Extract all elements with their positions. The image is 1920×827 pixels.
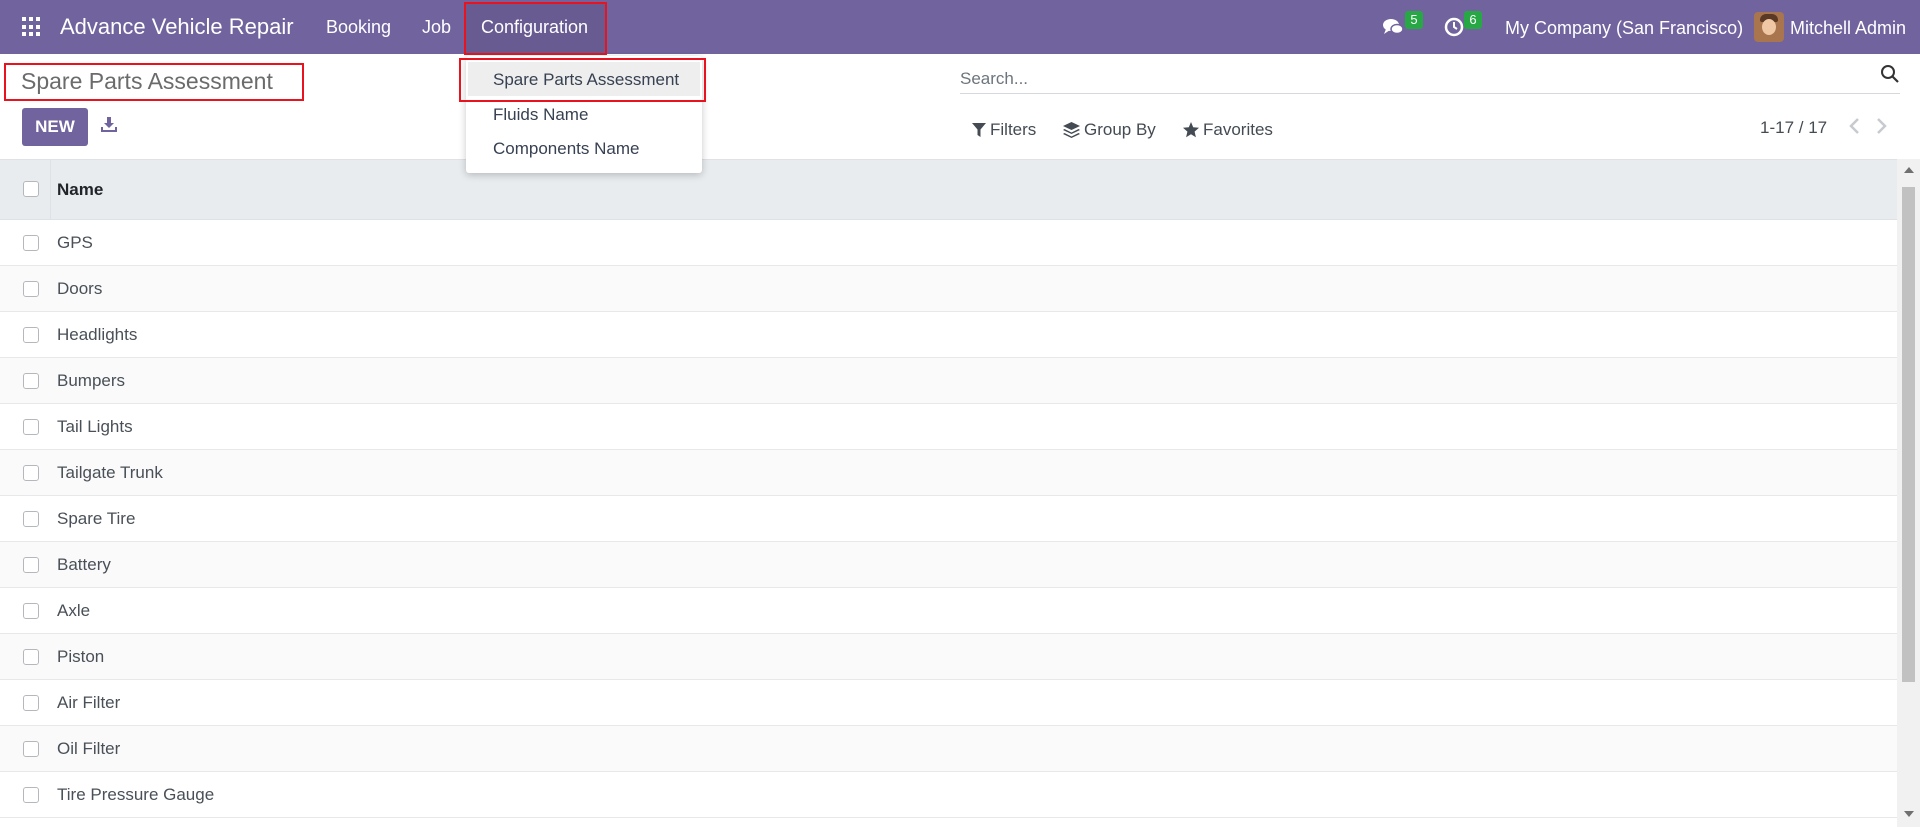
scroll-thumb[interactable]	[1902, 187, 1915, 682]
row-checkbox[interactable]	[23, 465, 39, 481]
dropdown-item-fluids-name[interactable]: Fluids Name	[493, 105, 588, 125]
row-name-cell: Doors	[57, 279, 103, 298]
table-row[interactable]: Oil Filter	[0, 726, 1897, 772]
clock-icon[interactable]	[1444, 17, 1464, 37]
favorites-button[interactable]: Favorites	[1183, 120, 1273, 140]
row-name-cell: Oil Filter	[57, 739, 121, 758]
groupby-button[interactable]: Group By	[1063, 120, 1156, 140]
row-name-cell: GPS	[57, 233, 93, 252]
row-name-cell: Axle	[57, 601, 91, 620]
filter-icon	[972, 122, 986, 137]
page-title: Spare Parts Assessment	[21, 68, 273, 94]
menu-job[interactable]: Job	[422, 17, 451, 38]
row-checkbox[interactable]	[23, 695, 39, 711]
row-checkbox[interactable]	[23, 787, 39, 803]
row-checkbox[interactable]	[23, 649, 39, 665]
avatar[interactable]	[1754, 12, 1784, 42]
pager-value[interactable]: 1-17 / 17	[1760, 118, 1827, 138]
new-button[interactable]: NEW	[22, 108, 88, 146]
table-row[interactable]: Battery	[0, 542, 1897, 588]
table-row[interactable]: GPS	[0, 220, 1897, 266]
layers-icon	[1063, 122, 1080, 138]
filters-button[interactable]: Filters	[972, 120, 1036, 140]
chevron-left-icon[interactable]	[1847, 117, 1863, 135]
row-checkbox[interactable]	[23, 281, 39, 297]
menu-configuration[interactable]: Configuration	[481, 17, 588, 38]
activities-badge: 6	[1464, 11, 1482, 29]
table-row[interactable]: Doors	[0, 266, 1897, 312]
column-header-name[interactable]: Name	[57, 180, 103, 200]
row-checkbox[interactable]	[23, 603, 39, 619]
row-name-cell: Headlights	[57, 325, 138, 344]
scroll-down-arrow[interactable]	[1904, 811, 1914, 817]
row-checkbox[interactable]	[23, 235, 39, 251]
star-icon	[1183, 122, 1199, 138]
row-name-cell: Battery	[57, 555, 111, 574]
row-name-cell: Bumpers	[57, 371, 126, 390]
app-title[interactable]: Advance Vehicle Repair	[60, 14, 294, 40]
table-header: Name	[0, 160, 1897, 220]
table-row[interactable]: Tailgate Trunk	[0, 450, 1897, 496]
search-input[interactable]	[960, 66, 1840, 92]
row-checkbox[interactable]	[23, 511, 39, 527]
favorites-label: Favorites	[1203, 120, 1273, 139]
row-checkbox[interactable]	[23, 419, 39, 435]
table-row[interactable]: Bumpers	[0, 358, 1897, 404]
chevron-right-icon[interactable]	[1873, 117, 1889, 135]
scroll-up-arrow[interactable]	[1904, 167, 1914, 173]
table-row[interactable]: Tail Lights	[0, 404, 1897, 450]
search-icon[interactable]	[1880, 64, 1900, 84]
messages-badge: 5	[1405, 11, 1423, 29]
apps-grid-icon[interactable]	[22, 17, 42, 37]
table-row[interactable]: Piston	[0, 634, 1897, 680]
row-name-cell: Air Filter	[57, 693, 121, 712]
download-icon[interactable]	[100, 117, 118, 133]
table-row[interactable]: Air Filter	[0, 680, 1897, 726]
row-checkbox[interactable]	[23, 557, 39, 573]
search-bar	[960, 64, 1900, 94]
user-menu[interactable]: Mitchell Admin	[1790, 18, 1906, 39]
row-checkbox[interactable]	[23, 327, 39, 343]
header-divider	[50, 160, 51, 220]
row-checkbox[interactable]	[23, 373, 39, 389]
row-name-cell: Tail Lights	[57, 417, 133, 436]
list-table: Name GPS Doors Headlights Bumpers Tail Light…	[0, 159, 1897, 827]
scrollbar[interactable]	[1897, 159, 1920, 827]
dropdown-item-highlight-box	[459, 58, 706, 102]
table-row[interactable]: Axle	[0, 588, 1897, 634]
top-navbar: Advance Vehicle Repair Booking Job Confi…	[0, 0, 1920, 55]
table-row[interactable]: Headlights	[0, 312, 1897, 358]
row-checkbox[interactable]	[23, 741, 39, 757]
select-all-checkbox[interactable]	[23, 181, 39, 197]
company-switcher[interactable]: My Company (San Francisco)	[1505, 18, 1743, 39]
row-name-cell: Tailgate Trunk	[57, 463, 163, 482]
row-name-cell: Piston	[57, 647, 105, 666]
menu-booking[interactable]: Booking	[326, 17, 391, 38]
row-name-cell: Tire Pressure Gauge	[57, 785, 215, 804]
chat-icon[interactable]	[1382, 17, 1404, 37]
dropdown-item-components-name[interactable]: Components Name	[493, 139, 639, 159]
table-row[interactable]: Spare Tire	[0, 496, 1897, 542]
groupby-label: Group By	[1084, 120, 1156, 139]
filters-label: Filters	[990, 120, 1037, 139]
row-name-cell: Spare Tire	[57, 509, 136, 528]
table-row[interactable]: Tire Pressure Gauge	[0, 772, 1897, 818]
